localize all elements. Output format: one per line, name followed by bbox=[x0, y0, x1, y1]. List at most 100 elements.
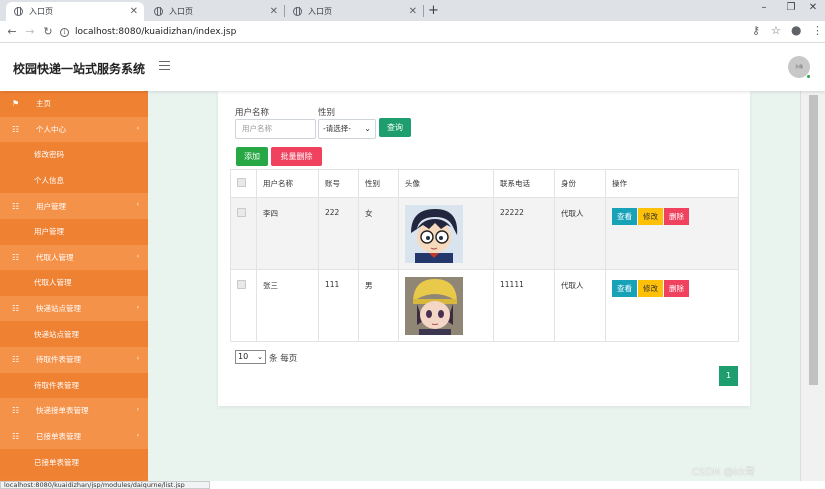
edit-button[interactable]: 修改 bbox=[638, 280, 663, 297]
sidebar-item-personal-info[interactable]: 个人信息 bbox=[0, 167, 148, 194]
chevron-icon: ‹ bbox=[136, 252, 139, 260]
delete-button[interactable]: 删除 bbox=[664, 280, 689, 297]
sidebar-item-pickup-management-sub[interactable]: 待取件表管理 bbox=[0, 372, 148, 399]
grid-icon: ☷ bbox=[12, 252, 20, 262]
cell-phone: 11111 bbox=[493, 269, 555, 342]
url-field[interactable]: i localhost:8080/kuaidizhan/index.jsp bbox=[60, 24, 760, 40]
close-icon[interactable]: ✕ bbox=[409, 6, 417, 17]
gender-select-value: -请选择- bbox=[323, 124, 351, 133]
forward-icon[interactable]: → bbox=[22, 25, 38, 38]
tab-title: 入口页 bbox=[29, 7, 53, 16]
back-icon[interactable]: ← bbox=[4, 25, 20, 38]
column-header: 头像 bbox=[398, 169, 494, 198]
row-actions: 查看 修改 删除 bbox=[612, 280, 738, 297]
delete-button[interactable]: 删除 bbox=[664, 208, 689, 225]
tab-divider bbox=[423, 5, 424, 17]
new-tab-icon[interactable]: + bbox=[428, 3, 439, 18]
sidebar-item-station-management-sub[interactable]: 快递站点管理 bbox=[0, 321, 148, 347]
cell-phone: 22222 bbox=[493, 197, 555, 270]
sidebar-item-label: 代取人管理 bbox=[34, 278, 72, 288]
cell-name: 张三 bbox=[256, 269, 319, 342]
globe-icon bbox=[293, 7, 302, 16]
sidebar-item-courier-management-sub[interactable]: 代取人管理 bbox=[0, 270, 148, 296]
table-row: 张三 111 男 11111 代取人 查看 修改 删除 bbox=[230, 269, 739, 342]
select-all-checkbox[interactable] bbox=[237, 178, 246, 187]
sidebar-item-user-management-sub[interactable]: 用户管理 bbox=[0, 218, 148, 245]
sidebar-item-label: 快递站点管理 bbox=[36, 304, 81, 314]
watermark: CSDN @kk哥 bbox=[692, 467, 756, 478]
row-checkbox-cell bbox=[230, 197, 257, 270]
sidebar-item-user-management[interactable]: ☷ 用户管理 ‹ bbox=[0, 193, 148, 219]
menu-icon[interactable]: ⋮ bbox=[812, 24, 823, 37]
gender-select[interactable]: -请选择- ⌄ bbox=[318, 119, 376, 139]
sidebar-item-label: 待取件表管理 bbox=[36, 355, 81, 365]
browser-tab[interactable]: 入口页 ✕ bbox=[146, 2, 284, 21]
column-header: 联系电话 bbox=[493, 169, 555, 198]
sidebar-item-label: 已接单表管理 bbox=[34, 457, 79, 467]
sidebar-item-accepted-management[interactable]: ☷ 已接单表管理 ‹ bbox=[0, 423, 148, 450]
page-scrollbar[interactable] bbox=[800, 91, 825, 481]
sidebar-item-label: 快递接单表管理 bbox=[36, 406, 89, 416]
app-header: 校园快递一站式服务系统 头像 bbox=[0, 43, 825, 91]
gender-label: 性别 bbox=[318, 108, 336, 118]
sidebar-item-order-taking-management[interactable]: ☷ 快递接单表管理 ‹ bbox=[0, 398, 148, 424]
grid-icon: ☷ bbox=[12, 355, 20, 365]
sidebar-item-accepted-management-sub[interactable]: 已接单表管理 bbox=[0, 449, 148, 475]
chevron-icon: ‹ bbox=[136, 431, 139, 439]
add-button[interactable]: 添加 bbox=[236, 147, 268, 166]
hamburger-icon[interactable] bbox=[159, 61, 170, 70]
grid-icon: ☷ bbox=[12, 201, 20, 211]
sidebar-item-personal-center[interactable]: ☷ 个人中心 ‹ bbox=[0, 116, 148, 143]
sidebar-item-courier-management[interactable]: ☷ 代取人管理 ‹ bbox=[0, 244, 148, 271]
reload-icon[interactable]: ↻ bbox=[40, 25, 56, 38]
avatar-thumbnail bbox=[405, 277, 463, 335]
chevron-icon: ‹ bbox=[136, 124, 139, 132]
grid-icon: ☷ bbox=[12, 432, 20, 442]
close-icon[interactable]: ✕ bbox=[270, 6, 278, 17]
batch-delete-button[interactable]: 批量删除 bbox=[271, 147, 322, 166]
edit-button[interactable]: 修改 bbox=[638, 208, 663, 225]
cell-avatar bbox=[398, 197, 494, 270]
browser-tab[interactable]: 入口页 ✕ bbox=[6, 2, 144, 21]
tab-title: 入口页 bbox=[169, 7, 193, 16]
sidebar-item-label: 修改密码 bbox=[34, 150, 64, 160]
column-header: 用户名称 bbox=[256, 169, 319, 198]
sidebar-item-pickup-management[interactable]: ☷ 待取件表管理 ‹ bbox=[0, 346, 148, 373]
star-icon[interactable]: ☆ bbox=[771, 24, 781, 37]
sidebar-item-change-password[interactable]: 修改密码 bbox=[0, 142, 148, 168]
view-button[interactable]: 查看 bbox=[612, 208, 637, 225]
row-checkbox[interactable] bbox=[237, 280, 246, 289]
address-bar: ← → ↻ i localhost:8080/kuaidizhan/index.… bbox=[0, 21, 825, 43]
view-button[interactable]: 查看 bbox=[612, 280, 637, 297]
online-status-dot bbox=[806, 74, 811, 79]
globe-icon bbox=[154, 7, 163, 16]
sidebar: ⚑ 主页 ☷ 个人中心 ‹ 修改密码 个人信息 ☷ 用户管理 ‹ 用户管理 ☷ … bbox=[0, 91, 148, 481]
username-input[interactable]: 用户名称 bbox=[235, 119, 316, 139]
scrollbar-thumb[interactable] bbox=[809, 95, 818, 385]
sidebar-item-station-management[interactable]: ☷ 快递站点管理 ‹ bbox=[0, 295, 148, 322]
cell-account: 111 bbox=[318, 269, 359, 342]
sidebar-item-label: 主页 bbox=[36, 99, 51, 109]
table-row: 李四 222 女 22222 代取人 查看 修改 删除 bbox=[230, 197, 739, 270]
page-size-select[interactable]: 10 ⌄ bbox=[235, 350, 266, 364]
tab-title: 入口页 bbox=[308, 7, 332, 16]
cell-role: 代取人 bbox=[554, 269, 606, 342]
page-button-current[interactable]: 1 bbox=[719, 366, 738, 386]
restore-icon[interactable]: ❐ bbox=[781, 2, 801, 13]
sidebar-item-label: 已接单表管理 bbox=[36, 432, 81, 442]
sidebar-item-label: 用户管理 bbox=[34, 227, 64, 237]
cell-account: 222 bbox=[318, 197, 359, 270]
sidebar-item-home[interactable]: ⚑ 主页 bbox=[0, 91, 148, 117]
cell-name: 李四 bbox=[256, 197, 319, 270]
info-icon[interactable]: i bbox=[60, 27, 69, 37]
key-icon[interactable]: ⚷ bbox=[752, 24, 760, 37]
row-checkbox[interactable] bbox=[237, 208, 246, 217]
minimize-icon[interactable]: – bbox=[754, 2, 774, 13]
url-text: localhost:8080/kuaidizhan/index.jsp bbox=[75, 27, 237, 37]
profile-icon[interactable]: ● bbox=[791, 23, 801, 37]
browser-tab[interactable]: 入口页 ✕ bbox=[285, 2, 423, 21]
window-close-icon[interactable]: ✕ bbox=[803, 2, 823, 13]
sidebar-item-label: 代取人管理 bbox=[36, 252, 74, 262]
query-button[interactable]: 查询 bbox=[379, 118, 411, 137]
close-icon[interactable]: ✕ bbox=[130, 6, 138, 17]
